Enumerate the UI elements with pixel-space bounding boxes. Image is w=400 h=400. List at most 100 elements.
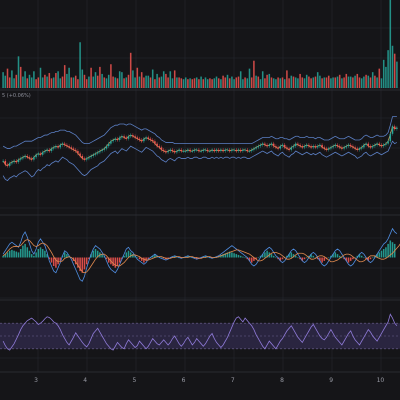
volume-bar — [41, 77, 44, 88]
volume-bar — [180, 78, 183, 88]
macd-histogram-bar — [363, 257, 365, 259]
candle-body — [215, 149, 218, 152]
volume-bar — [301, 77, 304, 88]
candle-body — [162, 149, 165, 152]
candle-body — [363, 144, 365, 148]
volume-bar — [308, 76, 310, 88]
candle-body — [376, 143, 378, 145]
candle-body — [94, 153, 97, 155]
volume-bar — [140, 72, 143, 88]
volume-bar — [288, 78, 290, 88]
macd-histogram-bar — [19, 249, 22, 258]
volume-bar — [354, 75, 356, 88]
macd-histogram-bar — [323, 257, 326, 261]
macd-histogram-bar — [37, 249, 40, 258]
volume-bar — [127, 74, 130, 88]
candle-body — [110, 141, 112, 144]
candle-body — [11, 162, 13, 164]
candle-body — [213, 149, 216, 152]
volume-bar — [327, 75, 330, 88]
volume-bar — [70, 77, 73, 88]
volume-bar — [145, 75, 147, 88]
candle-body — [88, 157, 90, 159]
candle-body — [341, 147, 343, 149]
candle-body — [96, 152, 99, 154]
macd-histogram-bar — [250, 257, 253, 263]
volume-bar — [15, 74, 18, 88]
volume-bar — [325, 77, 328, 88]
volume-bar — [178, 77, 180, 88]
volume-bar — [297, 78, 299, 88]
macd-histogram-bar — [380, 250, 383, 258]
candle-body — [200, 151, 202, 152]
macd-histogram-bar — [92, 250, 95, 258]
candle-body — [319, 144, 321, 147]
macd-histogram-bar — [244, 257, 246, 259]
volume-bar — [160, 76, 163, 88]
volume-bar — [261, 71, 264, 88]
macd-histogram-bar — [336, 254, 339, 258]
volume-bar — [198, 79, 200, 88]
macd-histogram-bar — [334, 252, 337, 258]
volume-bar — [371, 72, 374, 88]
macd-histogram-bar — [127, 250, 130, 258]
macd-histogram-bar — [83, 257, 86, 270]
candle-body — [187, 149, 189, 152]
volume-bar — [294, 77, 297, 88]
candle-body — [28, 157, 31, 159]
volume-bar — [11, 70, 13, 88]
volume-bar — [94, 72, 97, 88]
volume-bar — [57, 71, 59, 88]
x-tick-label: 10 — [377, 377, 385, 384]
candle-body — [2, 160, 4, 162]
volume-bar — [24, 71, 26, 88]
volume-bar — [255, 75, 257, 88]
candle-body — [149, 138, 152, 140]
macd-histogram-bar — [85, 257, 88, 265]
volume-bar — [158, 77, 161, 88]
candle-body — [143, 138, 145, 142]
macd-histogram-bar — [30, 254, 33, 258]
volume-bar — [209, 78, 211, 88]
macd-histogram-bar — [233, 253, 235, 258]
candle-body — [39, 153, 42, 155]
candle-body — [19, 158, 22, 160]
volume-bar — [74, 75, 77, 88]
candle-body — [160, 147, 163, 150]
volume-bar — [193, 78, 196, 88]
volume-bar — [61, 76, 64, 88]
macd-histogram-bar — [371, 257, 374, 259]
volume-bar — [242, 79, 244, 88]
macd-histogram-bar — [6, 252, 9, 258]
candle-body — [279, 146, 282, 149]
volume-bar — [220, 79, 222, 88]
macd-histogram-bar — [41, 249, 44, 258]
macd-histogram-bar — [52, 257, 55, 266]
volume-bar — [319, 75, 321, 88]
candle-body — [50, 148, 53, 152]
volume-bar — [215, 76, 218, 88]
candle-body — [378, 143, 381, 145]
candle-body — [90, 155, 92, 158]
candle-body — [253, 148, 255, 150]
candle-body — [129, 135, 132, 137]
candle-body — [325, 148, 328, 150]
candle-body — [101, 149, 103, 152]
x-tick-label: 7 — [231, 377, 235, 384]
macd-histogram-bar — [378, 252, 381, 258]
volume-bar — [28, 74, 31, 88]
volume-bar — [116, 78, 119, 88]
volume-bar — [63, 65, 66, 88]
candle-body — [4, 160, 7, 165]
volume-bar — [387, 50, 389, 88]
candle-body — [297, 143, 299, 145]
candle-body — [151, 139, 154, 142]
candle-body — [158, 146, 161, 148]
volume-bar — [105, 78, 108, 88]
volume-bar — [107, 74, 110, 88]
candle-body — [17, 159, 20, 163]
macd-histogram-bar — [13, 250, 15, 258]
candle-body — [13, 160, 15, 163]
macd-histogram-bar — [22, 245, 24, 258]
volume-bar — [171, 78, 174, 88]
